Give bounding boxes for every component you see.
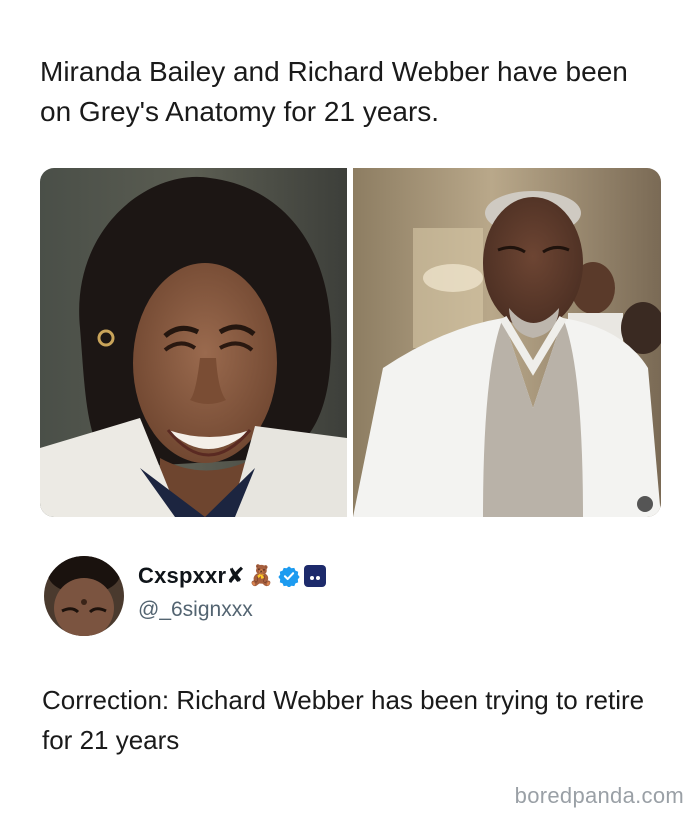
reply-author: Cxspxxr✘ 🧸 @_6signxxx xyxy=(40,552,660,636)
display-name[interactable]: Cxspxxr✘ xyxy=(138,563,245,589)
verified-icon xyxy=(278,566,300,587)
watermark: boredpanda.com xyxy=(514,783,684,808)
photo-grid xyxy=(40,168,661,517)
user-handle[interactable]: @_6signxxx xyxy=(138,598,253,622)
avatar[interactable] xyxy=(44,556,124,636)
affiliate-badge-icon xyxy=(303,565,326,587)
photo-richard-webber[interactable] xyxy=(353,168,661,517)
photo-miranda-bailey[interactable] xyxy=(40,168,347,517)
teddy-bear-icon: 🧸 xyxy=(248,565,274,587)
post-card: Miranda Bailey and Richard Webber have b… xyxy=(0,0,700,819)
reply-text: Correction: Richard Webber has been tryi… xyxy=(42,685,645,755)
name-row: Cxspxxr✘ 🧸 xyxy=(138,560,326,592)
post-headline: Miranda Bailey and Richard Webber have b… xyxy=(40,56,628,127)
